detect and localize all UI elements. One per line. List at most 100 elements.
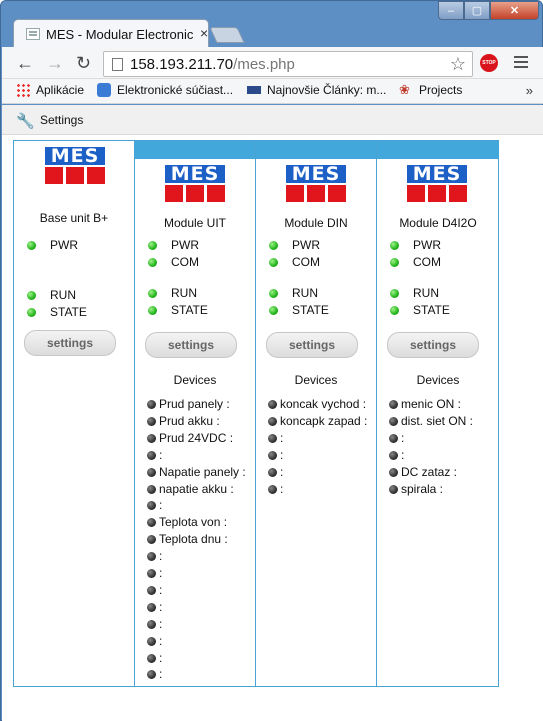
- page-favicon-icon: [26, 28, 40, 40]
- mes-logo: MES: [165, 165, 225, 202]
- device-status-icon: [268, 400, 277, 409]
- device-status-icon: [147, 484, 156, 494]
- device-row: :: [147, 549, 162, 566]
- device-status-icon: [389, 433, 398, 443]
- mes-logo: MES: [286, 165, 346, 202]
- device-status-icon: [147, 501, 156, 511]
- new-tab-button[interactable]: [209, 27, 245, 43]
- forward-arrow-icon[interactable]: →: [46, 54, 64, 72]
- status-led-icon: [148, 258, 157, 267]
- tab-close-icon[interactable]: ×: [200, 25, 208, 41]
- mes-logo: MES: [45, 147, 105, 184]
- url-text[interactable]: 158.193.211.70/mes.php: [130, 56, 295, 73]
- device-status-icon: [147, 552, 156, 562]
- device-row: :: [147, 583, 162, 600]
- logo-red-block: [186, 185, 204, 202]
- menu-icon[interactable]: [514, 56, 528, 71]
- device-status-icon: [389, 400, 398, 409]
- device-status-icon: [147, 636, 156, 646]
- reload-icon[interactable]: ↻: [76, 54, 91, 72]
- led-label: STATE: [171, 303, 208, 317]
- back-arrow-icon[interactable]: ←: [16, 54, 34, 72]
- status-led-icon: [27, 241, 36, 250]
- bookmark-electronics[interactable]: Elektronické súčiast...: [97, 83, 233, 97]
- device-label: koncapk zapad :: [280, 413, 368, 428]
- mes-panel: MES Base unit B+ PWR RUN STATE settings MES Mod…: [13, 140, 499, 687]
- device-row: DC zataz :: [389, 465, 457, 482]
- device-label: :: [159, 498, 163, 513]
- device-row: :: [268, 431, 283, 448]
- stop-extension-icon[interactable]: STOP: [480, 54, 498, 72]
- wrench-icon[interactable]: 🔧: [16, 112, 35, 130]
- device-row: :: [147, 448, 162, 465]
- devices-heading: Devices: [294, 373, 338, 387]
- device-status-icon: [147, 602, 156, 612]
- bookmark-projects[interactable]: ❀ Projects: [399, 82, 462, 98]
- status-led-icon: [269, 306, 278, 315]
- paw-icon: ❀: [399, 82, 410, 97]
- status-led-icon: [390, 241, 399, 250]
- minimize-button[interactable]: ‒: [438, 1, 464, 20]
- address-bar[interactable]: 158.193.211.70/mes.php ☆: [103, 51, 473, 77]
- url-host: 158.193.211.70: [130, 56, 234, 73]
- led-label: COM: [292, 255, 320, 269]
- device-row: Napatie panely :: [147, 465, 246, 482]
- device-label: :: [280, 481, 284, 496]
- url-path: /mes.php: [233, 56, 295, 73]
- device-row: :: [147, 617, 162, 634]
- device-label: :: [280, 430, 284, 445]
- device-row: Teplota von :: [147, 515, 227, 532]
- page-content: MES Base unit B+ PWR RUN STATE settings MES Mod…: [2, 135, 543, 721]
- logo-red-block: [428, 185, 446, 202]
- device-status-icon: [147, 518, 156, 528]
- device-label: :: [280, 464, 284, 479]
- device-label: :: [159, 616, 163, 631]
- device-label: Prud panely :: [159, 397, 230, 411]
- apps-grid-icon: [16, 83, 30, 97]
- device-label: :: [159, 667, 163, 682]
- device-label: :: [159, 599, 163, 614]
- led-label: RUN: [413, 286, 439, 300]
- logo-red-block: [449, 185, 467, 202]
- led-label: PWR: [171, 238, 199, 252]
- settings-button[interactable]: settings: [24, 330, 116, 356]
- bookmark-star-icon[interactable]: ☆: [450, 54, 466, 75]
- logo-red-block: [45, 167, 63, 184]
- bookmark-apps[interactable]: Aplikácie: [16, 83, 84, 97]
- led-label: COM: [171, 255, 199, 269]
- module-column-2: MES Module UIT PWR COM RUN STATE settings Devic…: [135, 141, 256, 686]
- device-status-icon: [147, 450, 156, 460]
- close-window-button[interactable]: ✕: [490, 1, 539, 20]
- devices-heading: Devices: [173, 373, 217, 387]
- module-column-1: MES Base unit B+ PWR RUN STATE settings: [14, 141, 135, 686]
- window-controls: ‒ ▢ ✕: [438, 1, 541, 20]
- device-row: :: [268, 448, 283, 465]
- module-name: Module UIT: [163, 216, 227, 230]
- maximize-button[interactable]: ▢: [464, 1, 490, 20]
- device-row: :: [147, 651, 162, 668]
- settings-button[interactable]: settings: [145, 332, 237, 358]
- browser-tab[interactable]: MES - Modular Electronic ×: [13, 19, 209, 47]
- settings-link[interactable]: Settings: [40, 113, 83, 127]
- status-led-icon: [148, 289, 157, 298]
- device-status-icon: [268, 450, 277, 460]
- module-column-4: MES Module D4I2O PWR COM RUN STATE settings Dev…: [377, 141, 499, 686]
- mes-logo: MES: [407, 165, 467, 202]
- device-row: :: [147, 667, 162, 684]
- device-label: Teplota dnu :: [159, 532, 228, 547]
- logo-red-block: [207, 185, 225, 202]
- bookmark-articles[interactable]: Najnovšie Články: m...: [247, 83, 386, 97]
- device-label: napatie akku :: [159, 481, 234, 496]
- settings-button[interactable]: settings: [266, 332, 358, 358]
- device-row: dist. siet ON :: [389, 414, 473, 431]
- device-row: :: [147, 600, 162, 617]
- device-status-icon: [147, 653, 156, 663]
- settings-button[interactable]: settings: [387, 332, 479, 358]
- browser-window: MES - Modular Electronic × ‒ ▢ ✕ ← → ↻ 1…: [0, 0, 543, 721]
- devices-heading: Devices: [416, 373, 460, 387]
- device-status-icon: [389, 450, 398, 460]
- device-status-icon: [389, 467, 398, 477]
- device-row: koncapk zapad :: [268, 414, 367, 431]
- more-bookmarks-icon[interactable]: »: [526, 83, 533, 98]
- device-label: :: [159, 549, 163, 564]
